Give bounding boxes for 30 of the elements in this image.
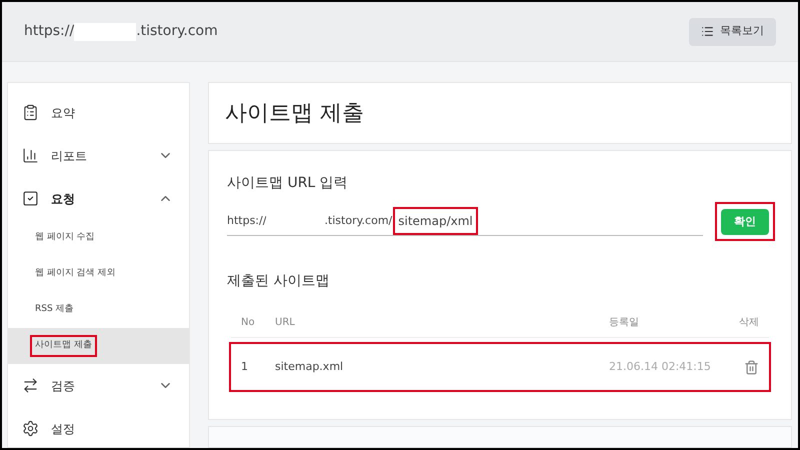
sidebar-item[interactable]: 요약: [8, 91, 189, 134]
column-header: 등록일: [609, 316, 640, 330]
trash-icon[interactable]: [744, 360, 759, 375]
submenu-item[interactable]: 웹 페이지 검색 제외: [8, 256, 189, 292]
clipboard-icon: [22, 104, 39, 121]
submenu-item[interactable]: 웹 페이지 수집: [8, 220, 189, 256]
table-cell-text: sitemap.xml: [275, 359, 344, 375]
sidebar-item[interactable]: 설정: [8, 407, 189, 448]
arrows-icon: [22, 377, 39, 394]
column-header: 삭제: [738, 316, 759, 330]
url-domain: .tistory.com: [136, 22, 218, 41]
submenu-item[interactable]: RSS 제출: [8, 292, 189, 328]
section-title: 사이트맵 URL 입력: [227, 174, 349, 193]
url-prefix: https://: [24, 22, 74, 41]
column-header: No: [241, 316, 256, 330]
table-cell-text: 21.06.14 02:41:15: [609, 359, 712, 375]
settings-icon: [22, 420, 39, 437]
section-title: 제출된 사이트맵: [227, 272, 330, 292]
list-icon: [701, 25, 714, 38]
sidebar-item[interactable]: 요청: [8, 177, 189, 220]
url-input-field[interactable]: https:// .tistory.com/ sitemap/xml: [227, 208, 703, 236]
bar-chart-icon: [22, 147, 39, 164]
checkbox-icon: [22, 190, 39, 207]
page-title: 사이트맵 제출: [225, 100, 364, 128]
table-cell-text: 1: [241, 359, 249, 375]
sidebar-item[interactable]: 검증: [8, 364, 189, 407]
submenu-item[interactable]: 사이트맵 제출: [8, 328, 189, 364]
column-header: URL: [275, 316, 296, 330]
sidebar-item[interactable]: 리포트: [8, 134, 189, 177]
list-view-button[interactable]: 목록보기: [689, 18, 776, 46]
